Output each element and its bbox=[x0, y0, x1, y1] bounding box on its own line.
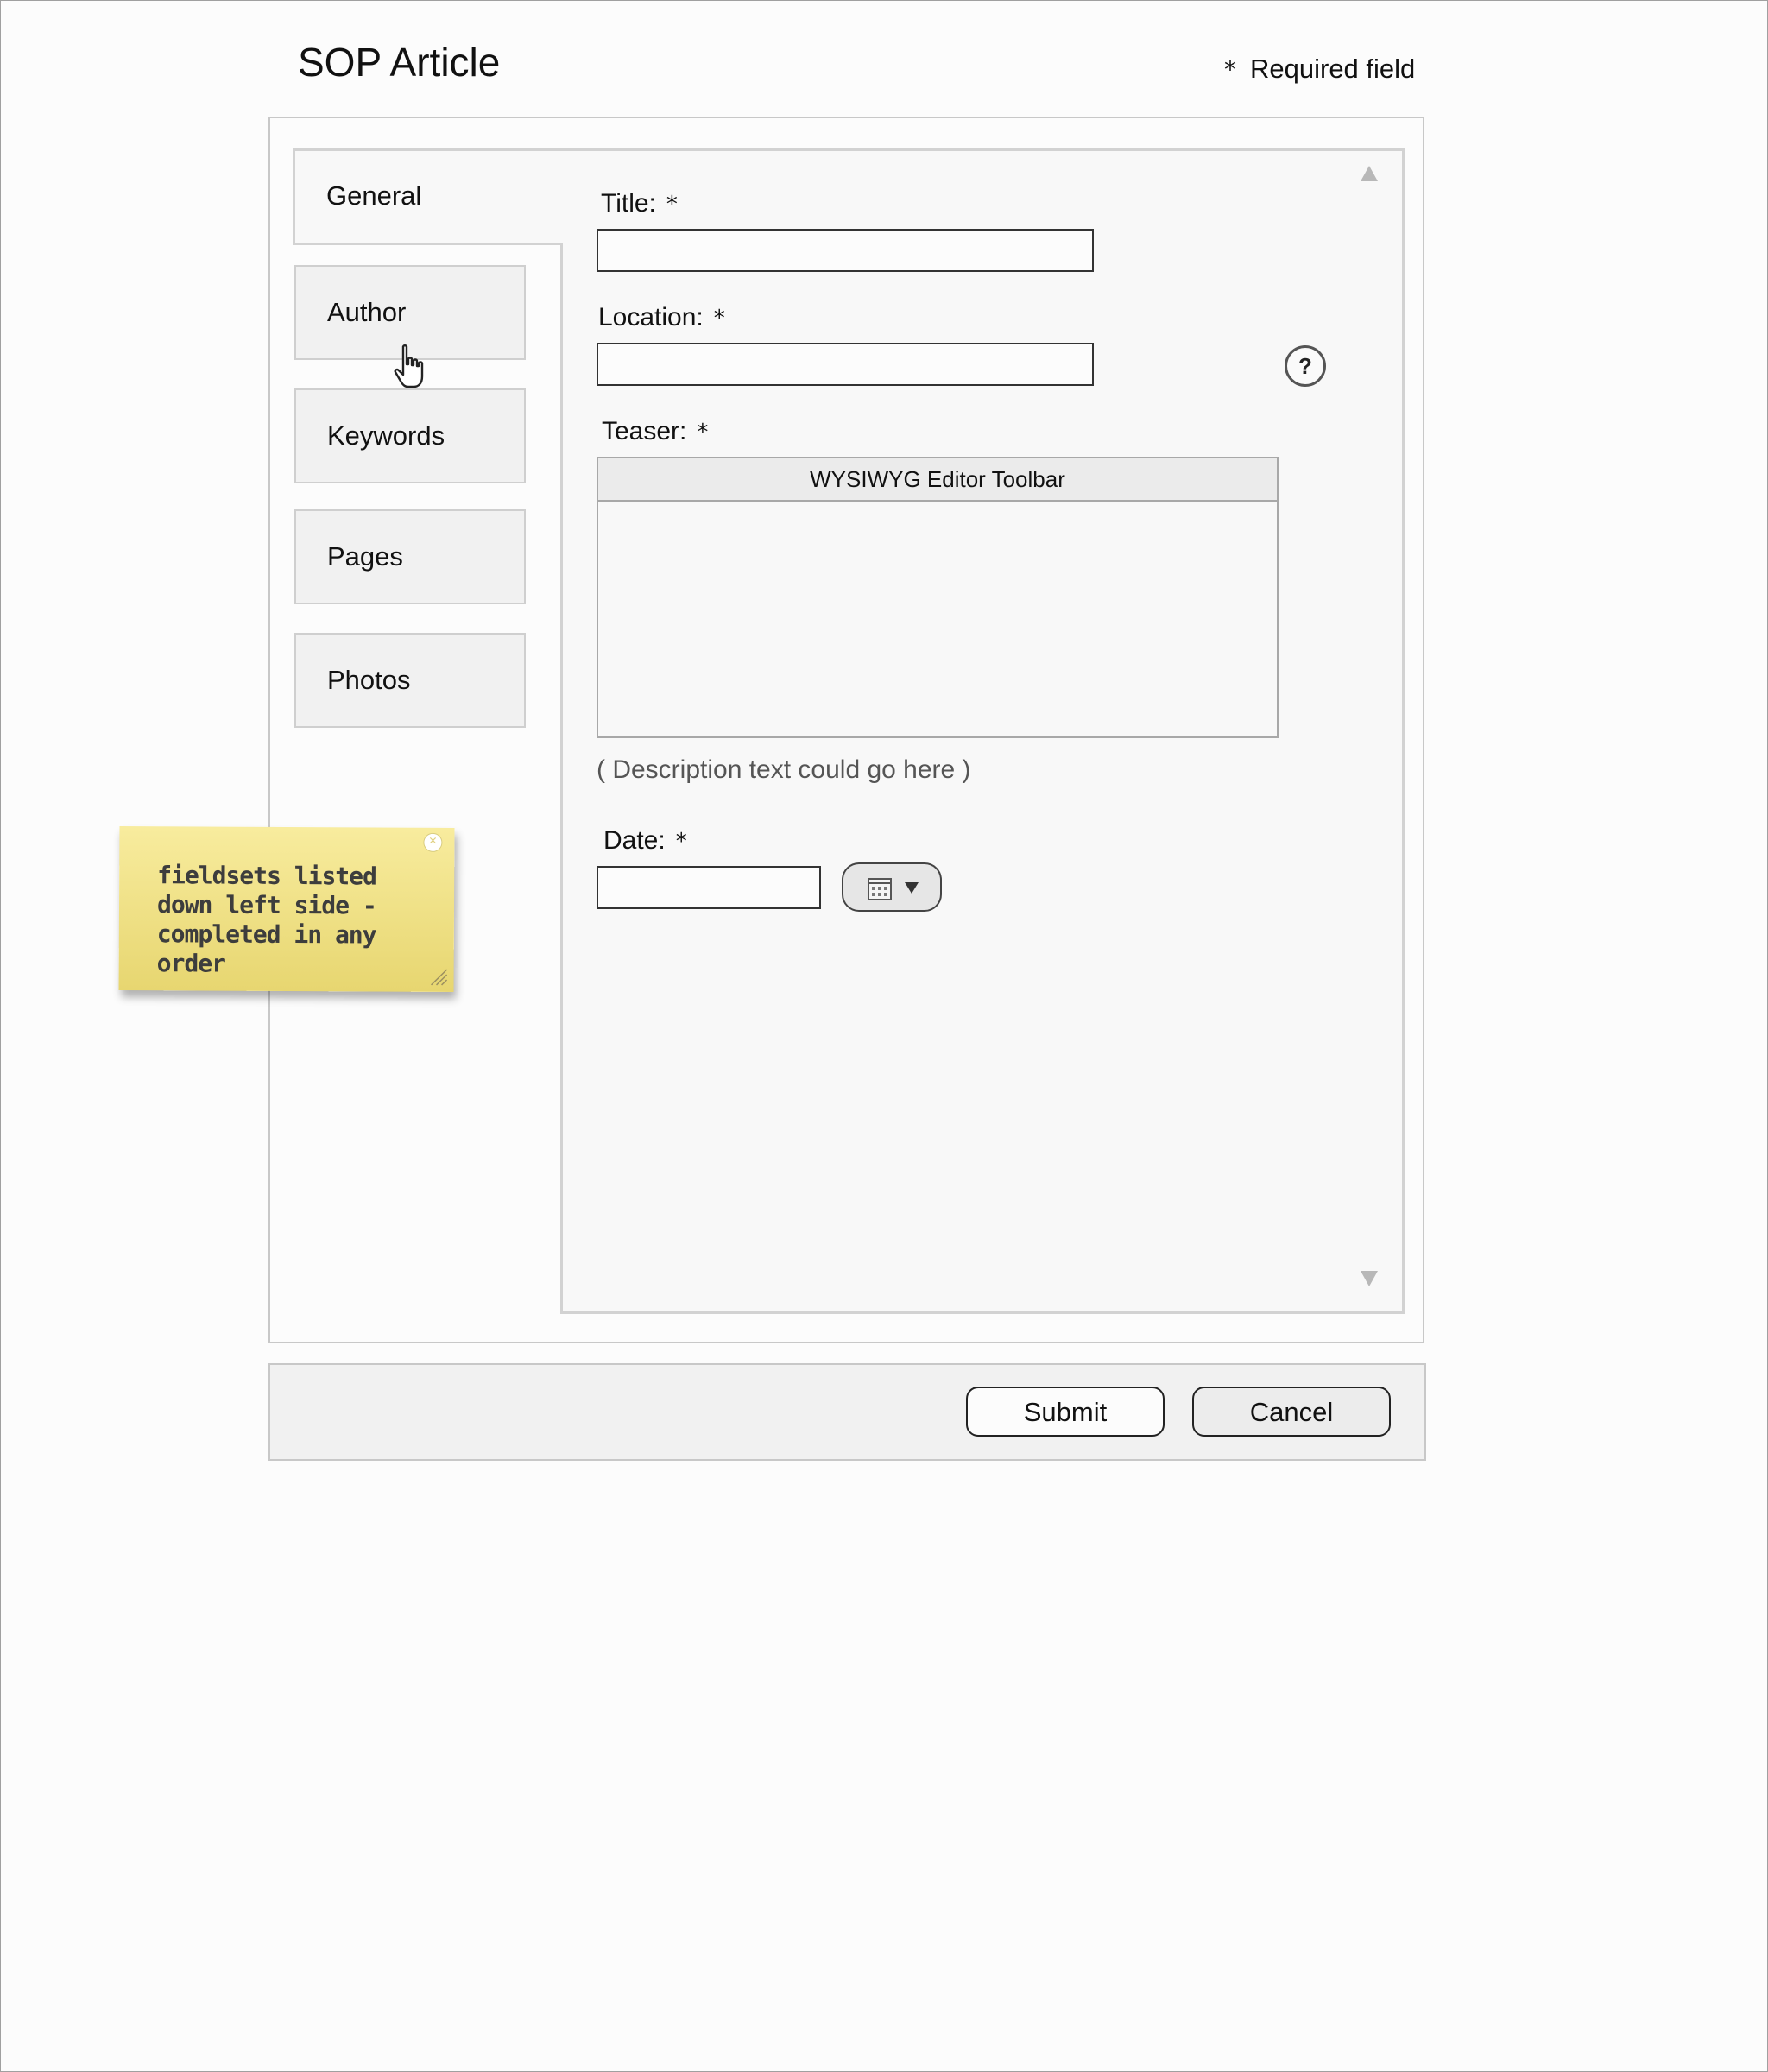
editor-body[interactable] bbox=[598, 502, 1277, 738]
date-input[interactable] bbox=[597, 866, 821, 909]
required-star-icon: * bbox=[697, 420, 709, 445]
editor-toolbar[interactable]: WYSIWYG Editor Toolbar bbox=[598, 458, 1277, 502]
question-mark-icon[interactable]: ? bbox=[1285, 345, 1326, 387]
required-star-icon: * bbox=[713, 306, 725, 332]
calendar-icon bbox=[868, 878, 892, 900]
required-star-icon: * bbox=[666, 192, 678, 218]
resize-handle-icon[interactable] bbox=[428, 966, 449, 987]
scroll-up-arrow-icon[interactable] bbox=[1359, 164, 1380, 183]
title-label: Title: * bbox=[601, 188, 678, 220]
date-label: Date: * bbox=[603, 825, 687, 857]
date-label-text: Date: bbox=[603, 826, 666, 855]
location-label: Location: * bbox=[598, 302, 725, 334]
title-input[interactable] bbox=[597, 229, 1094, 272]
submit-button[interactable]: Submit bbox=[966, 1387, 1165, 1437]
required-star-icon: * bbox=[1224, 55, 1236, 84]
tab-label-photos: Photos bbox=[327, 665, 411, 695]
hand-pointer-icon bbox=[394, 344, 424, 388]
page-title: SOP Article bbox=[298, 40, 501, 85]
caret-down-icon bbox=[905, 882, 919, 894]
tab-label-keywords: Keywords bbox=[327, 420, 445, 451]
date-picker-button[interactable] bbox=[842, 862, 942, 912]
sticky-note-text: fieldsets listed down left side - comple… bbox=[156, 861, 377, 978]
sticky-note[interactable]: × fieldsets listed down left side - comp… bbox=[118, 825, 455, 993]
scroll-down-arrow-icon[interactable] bbox=[1359, 1269, 1380, 1288]
location-input[interactable] bbox=[597, 343, 1094, 386]
tab-label-pages: Pages bbox=[327, 541, 403, 572]
close-icon[interactable]: × bbox=[423, 832, 443, 852]
location-label-text: Location: bbox=[598, 303, 704, 332]
teaser-label: Teaser: * bbox=[602, 416, 708, 448]
required-star-icon: * bbox=[675, 829, 687, 855]
teaser-editor: WYSIWYG Editor Toolbar bbox=[597, 457, 1279, 738]
title-label-text: Title: bbox=[601, 189, 656, 218]
tab-keywords[interactable]: Keywords bbox=[294, 388, 526, 483]
tab-photos[interactable]: Photos bbox=[294, 633, 526, 728]
teaser-label-text: Teaser: bbox=[602, 417, 687, 445]
description-text: ( Description text could go here ) bbox=[597, 755, 971, 784]
cancel-button[interactable]: Cancel bbox=[1192, 1387, 1391, 1437]
tab-label-general: General bbox=[326, 180, 422, 211]
tab-general[interactable]: General bbox=[293, 148, 568, 245]
tab-pages[interactable]: Pages bbox=[294, 509, 526, 604]
tab-join bbox=[558, 151, 568, 243]
required-field-note: * Required field bbox=[1224, 52, 1415, 87]
required-field-text: Required field bbox=[1250, 54, 1416, 84]
